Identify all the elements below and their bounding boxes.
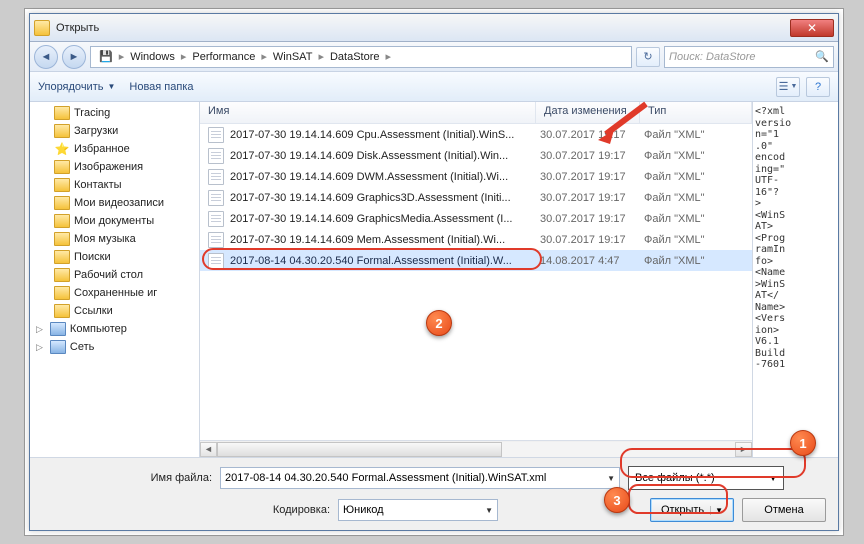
open-button[interactable]: Открыть▼ (650, 498, 734, 522)
crumb-datastore[interactable]: DataStore (326, 51, 384, 63)
filename-label: Имя файла: (42, 472, 212, 484)
search-icon: 🔍 (815, 50, 829, 63)
chevron-down-icon: ▼ (710, 506, 723, 515)
column-headers: Имя Дата изменения Тип (200, 102, 752, 124)
folder-icon (34, 20, 50, 36)
titlebar: Открыть ✕ (30, 14, 838, 42)
xml-file-icon (208, 190, 224, 206)
folder-icon (54, 304, 70, 318)
crumb-windows[interactable]: Windows (126, 51, 179, 63)
xml-file-icon (208, 211, 224, 227)
tree-desktop[interactable]: Рабочий стол (30, 266, 199, 284)
view-button[interactable]: ☰▼ (776, 77, 800, 97)
tree-favorites[interactable]: ⭐Избранное (30, 140, 199, 158)
chevron-down-icon: ▼ (769, 474, 777, 483)
xml-file-icon (208, 253, 224, 269)
forward-button[interactable]: ► (62, 45, 86, 69)
folder-icon (54, 196, 70, 210)
tree-links[interactable]: Ссылки (30, 302, 199, 320)
breadcrumb[interactable]: 💾▸ Windows▸ Performance▸ WinSAT▸ DataSto… (90, 46, 632, 68)
tree-videos[interactable]: Мои видеозаписи (30, 194, 199, 212)
horizontal-scrollbar[interactable]: ◄ ► (200, 440, 752, 457)
folder-icon (54, 214, 70, 228)
chevron-down-icon: ▼ (107, 82, 115, 91)
open-dialog: Открыть ✕ ◄ ► 💾▸ Windows▸ Performance▸ W… (29, 13, 839, 531)
folder-icon (54, 106, 70, 120)
chevron-right-icon: ▸ (181, 50, 187, 63)
file-row[interactable]: 2017-07-30 19.14.14.609 Mem.Assessment (… (200, 229, 752, 250)
preview-pane: <?xml versio n="1 .0" encod ing=" UTF- 1… (752, 102, 838, 457)
folder-icon (54, 232, 70, 246)
filename-input[interactable]: 2017-08-14 04.30.20.540 Formal.Assessmen… (220, 467, 620, 489)
newfolder-button[interactable]: Новая папка (129, 81, 193, 93)
tree-documents[interactable]: Мои документы (30, 212, 199, 230)
file-row[interactable]: 2017-07-30 19.14.14.609 GraphicsMedia.As… (200, 208, 752, 229)
tree-network[interactable]: ▷Сеть (30, 338, 199, 356)
scroll-track[interactable] (217, 442, 735, 457)
scroll-left-button[interactable]: ◄ (200, 442, 217, 457)
folder-icon (54, 124, 70, 138)
file-row[interactable]: 2017-07-30 19.14.14.609 Disk.Assessment … (200, 145, 752, 166)
xml-file-icon (208, 232, 224, 248)
xml-file-icon (208, 148, 224, 164)
toolbar: Упорядочить▼ Новая папка ☰▼ ? (30, 72, 838, 102)
tree-downloads[interactable]: Загрузки (30, 122, 199, 140)
chevron-right-icon: ▸ (119, 50, 125, 63)
back-button[interactable]: ◄ (34, 45, 58, 69)
search-input[interactable]: Поиск: DataStore 🔍 (664, 46, 834, 68)
cancel-button[interactable]: Отмена (742, 498, 826, 522)
organize-button[interactable]: Упорядочить▼ (38, 81, 115, 93)
tree-computer[interactable]: ▷Компьютер (30, 320, 199, 338)
file-row-selected[interactable]: 2017-08-14 04.30.20.540 Formal.Assessmen… (200, 250, 752, 271)
search-placeholder: Поиск: DataStore (669, 51, 756, 63)
tree-savedgames[interactable]: Сохраненные иг (30, 284, 199, 302)
crumb-winsat[interactable]: WinSAT (269, 51, 317, 63)
folder-icon (54, 286, 70, 300)
crumb-disk-icon[interactable]: 💾 (95, 50, 117, 63)
computer-icon (50, 322, 66, 336)
scroll-right-button[interactable]: ► (735, 442, 752, 457)
window-title: Открыть (56, 22, 790, 34)
folder-tree[interactable]: Tracing Загрузки ⭐Избранное Изображения … (30, 102, 200, 457)
file-list-area: Имя Дата изменения Тип 2017-07-30 19.14.… (200, 102, 752, 457)
folder-icon (54, 160, 70, 174)
file-row[interactable]: 2017-07-30 19.14.14.609 DWM.Assessment (… (200, 166, 752, 187)
xml-file-icon (208, 169, 224, 185)
encoding-select[interactable]: Юникод▼ (338, 499, 498, 521)
refresh-button[interactable]: ↻ (636, 47, 660, 67)
file-rows: 2017-07-30 19.14.14.609 Cpu.Assessment (… (200, 124, 752, 440)
chevron-right-icon: ▷ (36, 342, 43, 353)
crumb-performance[interactable]: Performance (188, 51, 259, 63)
file-row[interactable]: 2017-07-30 19.14.14.609 Graphics3D.Asses… (200, 187, 752, 208)
encoding-label: Кодировка: (42, 504, 330, 516)
close-button[interactable]: ✕ (790, 19, 834, 37)
chevron-right-icon: ▸ (386, 50, 392, 63)
chevron-down-icon: ▼ (607, 474, 615, 483)
bottom-bar: Имя файла: 2017-08-14 04.30.20.540 Forma… (30, 457, 838, 530)
tree-tracing[interactable]: Tracing (30, 104, 199, 122)
star-icon: ⭐ (54, 142, 70, 156)
tree-contacts[interactable]: Контакты (30, 176, 199, 194)
xml-file-icon (208, 127, 224, 143)
chevron-right-icon: ▸ (261, 50, 267, 63)
folder-icon (54, 250, 70, 264)
scroll-thumb[interactable] (217, 442, 502, 457)
folder-icon (54, 178, 70, 192)
chevron-right-icon: ▸ (318, 50, 324, 63)
navbar: ◄ ► 💾▸ Windows▸ Performance▸ WinSAT▸ Dat… (30, 42, 838, 72)
col-date[interactable]: Дата изменения (536, 102, 640, 123)
tree-searches[interactable]: Поиски (30, 248, 199, 266)
tree-pictures[interactable]: Изображения (30, 158, 199, 176)
help-button[interactable]: ? (806, 77, 830, 97)
col-type[interactable]: Тип (640, 102, 752, 123)
filetype-filter[interactable]: Все файлы (*.*)▼ (628, 466, 784, 490)
col-name[interactable]: Имя (200, 102, 536, 123)
folder-icon (54, 268, 70, 282)
chevron-right-icon: ▷ (36, 324, 43, 335)
tree-music[interactable]: Моя музыка (30, 230, 199, 248)
chevron-down-icon: ▼ (485, 506, 493, 515)
network-icon (50, 340, 66, 354)
file-row[interactable]: 2017-07-30 19.14.14.609 Cpu.Assessment (… (200, 124, 752, 145)
